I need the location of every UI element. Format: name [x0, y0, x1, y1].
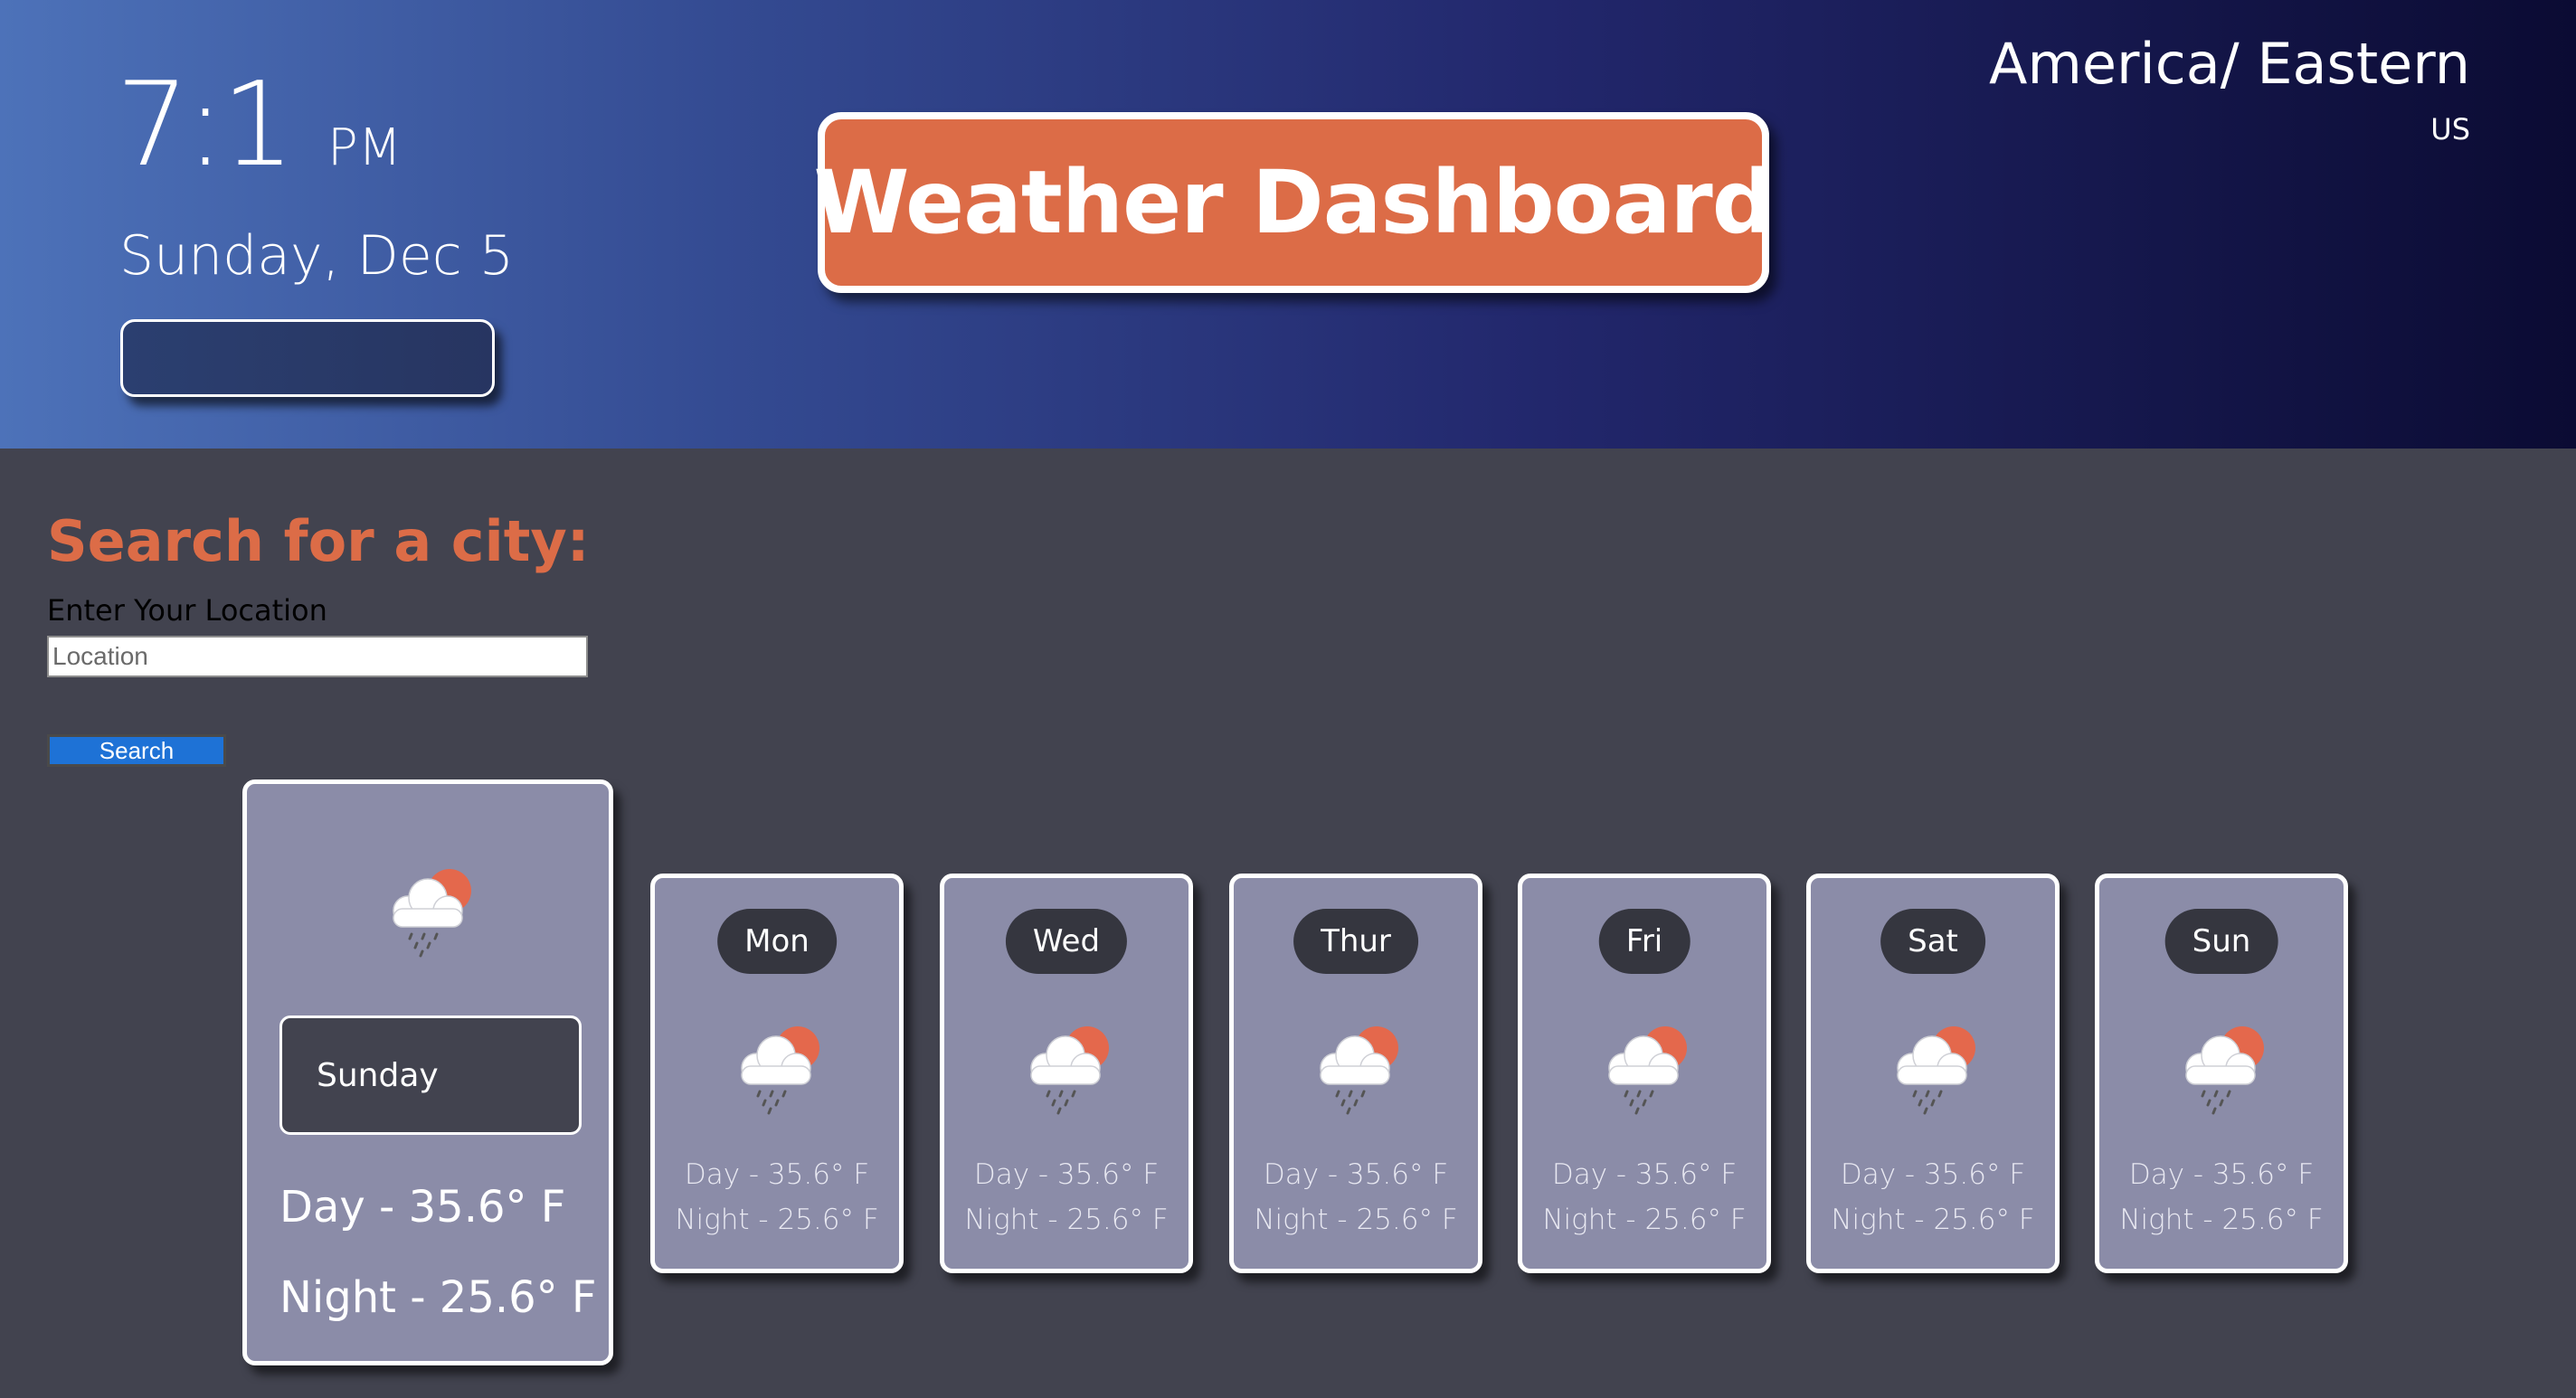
empty-display-box: [120, 319, 495, 397]
rain-cloud-sun-icon: [381, 858, 480, 961]
time-ampm: PM: [327, 118, 402, 177]
today-weather-card: Sunday Day - 35.6° F Night - 25.6° F: [242, 779, 613, 1365]
forecast-card-mon: Mon Day - 35.6° F Night - 25.6° F: [650, 874, 904, 1273]
timezone-label: America/ Eastern: [1989, 31, 2470, 97]
forecast-day-temp: Day - 35.6° F: [1840, 1158, 2026, 1191]
today-day-name: Sunday: [279, 1015, 582, 1135]
search-button[interactable]: Search: [47, 734, 226, 767]
forecast-night-temp: Night - 25.6° F: [1542, 1204, 1747, 1236]
rain-cloud-sun-icon: [1885, 1015, 1984, 1119]
current-date: Sunday, Dec 5: [119, 224, 514, 288]
forecast-day-label: Sun: [2164, 909, 2278, 974]
rain-cloud-sun-icon: [1596, 1015, 1696, 1119]
forecast-night-temp: Night - 25.6° F: [1254, 1204, 1458, 1236]
location-input[interactable]: [47, 636, 588, 677]
title-banner: Weather Dashboard: [814, 112, 1774, 293]
country-label: US: [2430, 112, 2470, 146]
forecast-day-label: Thur: [1293, 909, 1418, 974]
forecast-night-temp: Night - 25.6° F: [964, 1204, 1169, 1236]
forecast-day-label: Wed: [1005, 909, 1128, 974]
forecast-day-temp: Day - 35.6° F: [1551, 1158, 1738, 1191]
forecast-card-sat: Sat Day - 35.6° F Night - 25.6° F: [1806, 874, 2060, 1273]
today-night-temp: Night - 25.6° F: [279, 1272, 597, 1323]
forecast-card-wed: Wed Day - 35.6° F Night - 25.6° F: [940, 874, 1193, 1273]
forecast-day-label: Mon: [717, 909, 837, 974]
today-day-temp: Day - 35.6° F: [279, 1182, 566, 1233]
forecast-card-fri: Fri Day - 35.6° F Night - 25.6° F: [1518, 874, 1771, 1273]
forecast-card-thur: Thur Day - 35.6° F Night - 25.6° F: [1229, 874, 1482, 1273]
rain-cloud-sun-icon: [2174, 1015, 2273, 1119]
page-title: Weather Dashboard: [813, 152, 1775, 253]
search-heading: Search for a city:: [47, 508, 590, 574]
time-value: 7:1: [116, 58, 295, 193]
forecast-night-temp: Night - 25.6° F: [675, 1204, 879, 1236]
header-banner: 7:1 PM Sunday, Dec 5 Weather Dashboard Am…: [0, 0, 2576, 449]
rain-cloud-sun-icon: [1308, 1015, 1407, 1119]
forecast-day-temp: Day - 35.6° F: [973, 1158, 1160, 1191]
forecast-card-sun: Sun Day - 35.6° F Night - 25.6° F: [2095, 874, 2348, 1273]
forecast-day-temp: Day - 35.6° F: [684, 1158, 870, 1191]
current-time: 7:1 PM: [116, 58, 402, 193]
location-label: Enter Your Location: [47, 593, 327, 628]
rain-cloud-sun-icon: [1018, 1015, 1118, 1119]
forecast-day-label: Fri: [1598, 909, 1690, 974]
forecast-night-temp: Night - 25.6° F: [1831, 1204, 2035, 1236]
rain-cloud-sun-icon: [729, 1015, 829, 1119]
forecast-day-temp: Day - 35.6° F: [2128, 1158, 2315, 1191]
forecast-day-label: Sat: [1880, 909, 1985, 974]
forecast-night-temp: Night - 25.6° F: [2119, 1204, 2324, 1236]
forecast-day-temp: Day - 35.6° F: [1263, 1158, 1449, 1191]
